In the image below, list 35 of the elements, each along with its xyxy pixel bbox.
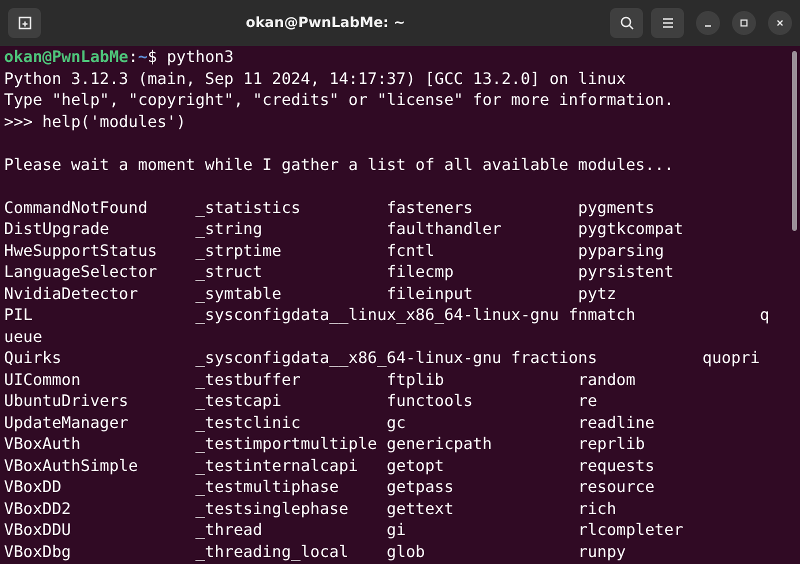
terminal-output-line: HweSupportStatus _strptime fcntl pyparsing <box>4 240 666 261</box>
search-button[interactable] <box>610 8 643 38</box>
terminal-output-line: Python 3.12.3 (main, Sep 11 2024, 14:17:37) [GCC 13.2.0] on linux <box>4 68 627 89</box>
new-tab-icon <box>16 15 32 31</box>
terminal-output-line: VBoxDbg _threading_local glob runpy <box>4 540 627 562</box>
terminal-output-line: VBoxDD _testmultiphase getpass resource <box>4 476 656 498</box>
terminal-output-line: VBoxDDU _thread gi rlcompleter <box>4 519 684 540</box>
maximize-button[interactable] <box>732 11 756 35</box>
terminal-output-line: PIL _sysconfigdata__linux_x86_64-linux-gnu fnmatch q <box>4 304 770 326</box>
close-button[interactable] <box>768 11 792 35</box>
terminal-output-line: VBoxAuth _testimportmultiple genericpath reprlib <box>4 433 646 454</box>
terminal-output-line: >>> help('modules') <box>4 110 187 132</box>
terminal-output-line: CommandNotFound _statistics fasteners pygments <box>4 196 656 218</box>
search-icon <box>618 15 634 31</box>
terminal-output-line: Quirks _sysconfigdata__x86_64-linux-gnu fractions quopri <box>4 347 761 368</box>
prompt-line: okan@PwnLabMe:~$ python3 <box>4 46 235 68</box>
new-tab-button[interactable] <box>8 8 41 38</box>
maximize-icon <box>739 18 749 28</box>
terminal-output-line: VBoxAuthSimple _testinternalcapi getopt requests <box>4 454 656 476</box>
terminal-output-line: VBoxDD2 _testsinglephase gettext rich <box>4 498 618 519</box>
terminal-output-line: UpdateManager _testclinic gc readline <box>4 412 656 433</box>
minimize-icon <box>705 25 711 27</box>
terminal-output-line: DistUpgrade _string faulthandler pygtkcompat <box>4 218 684 240</box>
terminal-output-line: ueue <box>4 326 44 347</box>
terminal-output-line: NvidiaDetector _symtable fileinput pytz <box>4 282 618 304</box>
scrollbar-thumb[interactable] <box>792 51 797 231</box>
terminal-output-line: UICommon _testbuffer ftplib random <box>4 368 636 390</box>
menu-button[interactable] <box>651 8 684 38</box>
terminal-output-line: Type "help", "copyright", "credits" or "license" for more information. <box>4 89 675 110</box>
terminal-output-line: LanguageSelector _struct filecmp pyrsistent <box>4 261 675 282</box>
terminal-output-line: Please wait a moment while I gather a list of all available modules... <box>4 154 675 175</box>
close-icon <box>775 18 785 28</box>
window-title: okan@PwnLabMe: ~ <box>244 15 406 31</box>
minimize-button[interactable] <box>696 11 720 35</box>
terminal-output-line: UbuntuDrivers _testcapi functools re <box>4 390 598 412</box>
